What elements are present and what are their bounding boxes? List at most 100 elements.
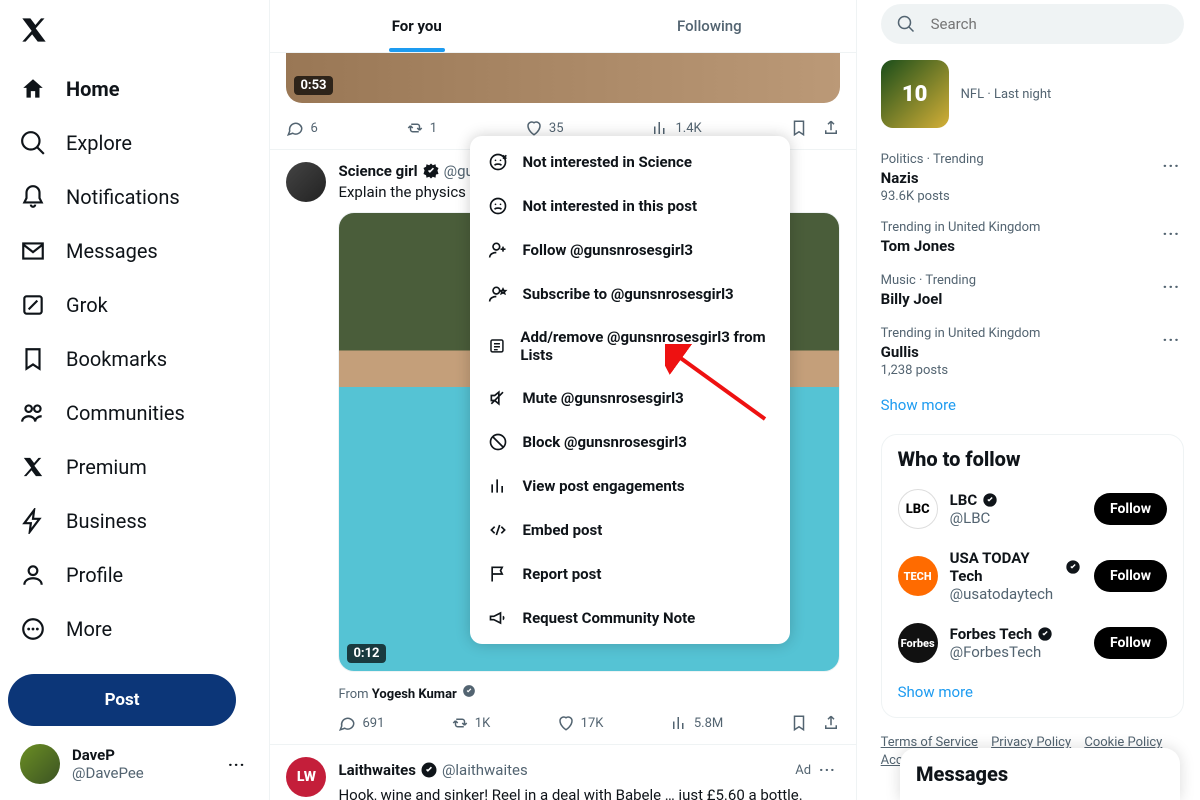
trend-item[interactable]: Politics · TrendingNazis93.6K posts··· — [881, 144, 1184, 212]
author-name[interactable]: Science girl — [338, 162, 417, 180]
trend-thumbnail: 10 — [881, 60, 949, 128]
follow-suggestion[interactable]: LBC LBC@LBC Follow — [898, 479, 1167, 539]
block-icon — [488, 432, 508, 452]
sad-face-icon — [488, 152, 508, 172]
avatar: Forbes — [898, 623, 938, 663]
views-button[interactable]: 5.8M — [670, 714, 723, 732]
user-star-icon — [488, 284, 508, 304]
code-icon — [488, 520, 508, 540]
quoted-from[interactable]: From Yogesh Kumar — [338, 682, 839, 702]
main-column: For you Following 0:53 6 1 35 1.4K — [269, 0, 856, 800]
nav-grok[interactable]: Grok — [8, 280, 261, 330]
search-input[interactable] — [929, 14, 1168, 34]
author-name[interactable]: Laithwaites — [338, 761, 415, 779]
post-media[interactable]: 0:53 — [286, 53, 839, 103]
trend-more-button[interactable]: ··· — [1159, 326, 1184, 353]
nav-more[interactable]: More — [8, 604, 261, 654]
verified-badge-icon — [460, 682, 478, 700]
trend-item[interactable]: Trending in United KingdomGullis1,238 po… — [881, 318, 1184, 386]
mail-icon — [20, 238, 46, 264]
show-more-trends[interactable]: Show more — [881, 386, 1184, 418]
lightning-icon — [20, 508, 46, 534]
tab-following[interactable]: Following — [563, 0, 856, 52]
retweet-icon — [406, 119, 424, 137]
follow-suggestion[interactable]: Forbes Forbes Tech@ForbesTech Follow — [898, 613, 1167, 673]
nav-communities[interactable]: Communities — [8, 388, 261, 438]
post-more-button[interactable]: ··· — [815, 757, 840, 783]
follow-suggestion[interactable]: TECH USA TODAY Tech@usatodaytech Follow — [898, 539, 1167, 613]
list-icon — [488, 336, 506, 356]
grok-icon — [20, 292, 46, 318]
who-to-follow-card: Who to follow LBC LBC@LBC Follow TECH US… — [881, 434, 1184, 718]
retweet-button[interactable]: 1K — [451, 714, 490, 732]
menu-community-note[interactable]: Request Community Note — [470, 596, 790, 640]
follow-button[interactable]: Follow — [1094, 627, 1167, 659]
nav-business[interactable]: Business — [8, 496, 261, 546]
bell-icon — [20, 184, 46, 210]
avatar: LBC — [898, 489, 938, 529]
right-sidebar: 10 NFL · Last night Politics · TrendingN… — [857, 0, 1200, 800]
search-icon — [20, 130, 46, 156]
nav-home[interactable]: Home — [8, 64, 261, 114]
tab-for-you[interactable]: For you — [270, 0, 563, 52]
messages-drawer[interactable]: Messages — [900, 748, 1180, 800]
trend-top-story[interactable]: 10 NFL · Last night — [881, 60, 1184, 128]
bookmark-button[interactable] — [790, 714, 808, 732]
avatar: TECH — [898, 556, 938, 596]
trend-more-button[interactable]: ··· — [1159, 273, 1184, 300]
trend-item[interactable]: Trending in United KingdomTom Jones··· — [881, 212, 1184, 265]
nav-label: Messages — [66, 239, 158, 263]
bookmark-button[interactable] — [790, 119, 808, 137]
share-button[interactable] — [822, 714, 840, 732]
nav-explore[interactable]: Explore — [8, 118, 261, 168]
post-ad[interactable]: LW Laithwaites @laithwaites Ad ··· Hook,… — [270, 745, 855, 800]
show-more-follows[interactable]: Show more — [898, 673, 1167, 705]
menu-report[interactable]: Report post — [470, 552, 790, 596]
follow-button[interactable]: Follow — [1094, 560, 1167, 592]
reply-button[interactable]: 691 — [338, 714, 384, 732]
nav-label: Explore — [66, 131, 132, 155]
like-button[interactable]: 17K — [557, 714, 604, 732]
menu-not-interested-topic[interactable]: Not interested in Science — [470, 140, 790, 184]
author-handle[interactable]: @laithwaites — [442, 761, 528, 779]
trend-item[interactable]: Music · TrendingBilly Joel··· — [881, 265, 1184, 318]
trend-more-button[interactable]: ··· — [1159, 152, 1184, 179]
search-box[interactable] — [881, 4, 1184, 44]
verified-badge-icon — [1036, 625, 1054, 643]
menu-not-interested-post[interactable]: Not interested in this post — [470, 184, 790, 228]
chart-icon — [670, 714, 688, 732]
like-button[interactable]: 35 — [525, 119, 564, 137]
nav-notifications[interactable]: Notifications — [8, 172, 261, 222]
x-logo[interactable] — [8, 4, 58, 60]
x-icon — [20, 454, 46, 480]
nav-premium[interactable]: Premium — [8, 442, 261, 492]
trend-more-button[interactable]: ··· — [1159, 220, 1184, 247]
retweet-icon — [451, 714, 469, 732]
share-button[interactable] — [822, 119, 840, 137]
post-actions: 691 1K 17K 5.8M — [338, 714, 839, 732]
chart-icon — [488, 476, 508, 496]
user-plus-icon — [488, 240, 508, 260]
menu-list[interactable]: Add/remove @gunsnrosesgirl3 from Lists — [470, 316, 790, 376]
retweet-button[interactable]: 1 — [406, 119, 437, 137]
nav-profile[interactable]: Profile — [8, 550, 261, 600]
nav-bookmarks[interactable]: Bookmarks — [8, 334, 261, 384]
avatar[interactable]: LW — [286, 757, 326, 797]
views-button[interactable]: 1.4K — [651, 119, 701, 137]
menu-engagements[interactable]: View post engagements — [470, 464, 790, 508]
nav-label: Business — [66, 509, 147, 533]
account-switcher[interactable]: DaveP @DavePee ··· — [8, 732, 261, 796]
follow-button[interactable]: Follow — [1094, 493, 1167, 525]
verified-gold-badge-icon — [981, 491, 999, 509]
reply-button[interactable]: 6 — [286, 119, 317, 137]
menu-block[interactable]: Block @gunsnrosesgirl3 — [470, 420, 790, 464]
menu-follow[interactable]: Follow @gunsnrosesgirl3 — [470, 228, 790, 272]
avatar[interactable] — [286, 162, 326, 202]
menu-embed[interactable]: Embed post — [470, 508, 790, 552]
post-header: Laithwaites @laithwaites Ad ··· — [338, 757, 839, 783]
menu-mute[interactable]: Mute @gunsnrosesgirl3 — [470, 376, 790, 420]
post-button[interactable]: Post — [8, 674, 236, 726]
bookmark-icon — [20, 346, 46, 372]
nav-messages[interactable]: Messages — [8, 226, 261, 276]
menu-subscribe[interactable]: Subscribe to @gunsnrosesgirl3 — [470, 272, 790, 316]
